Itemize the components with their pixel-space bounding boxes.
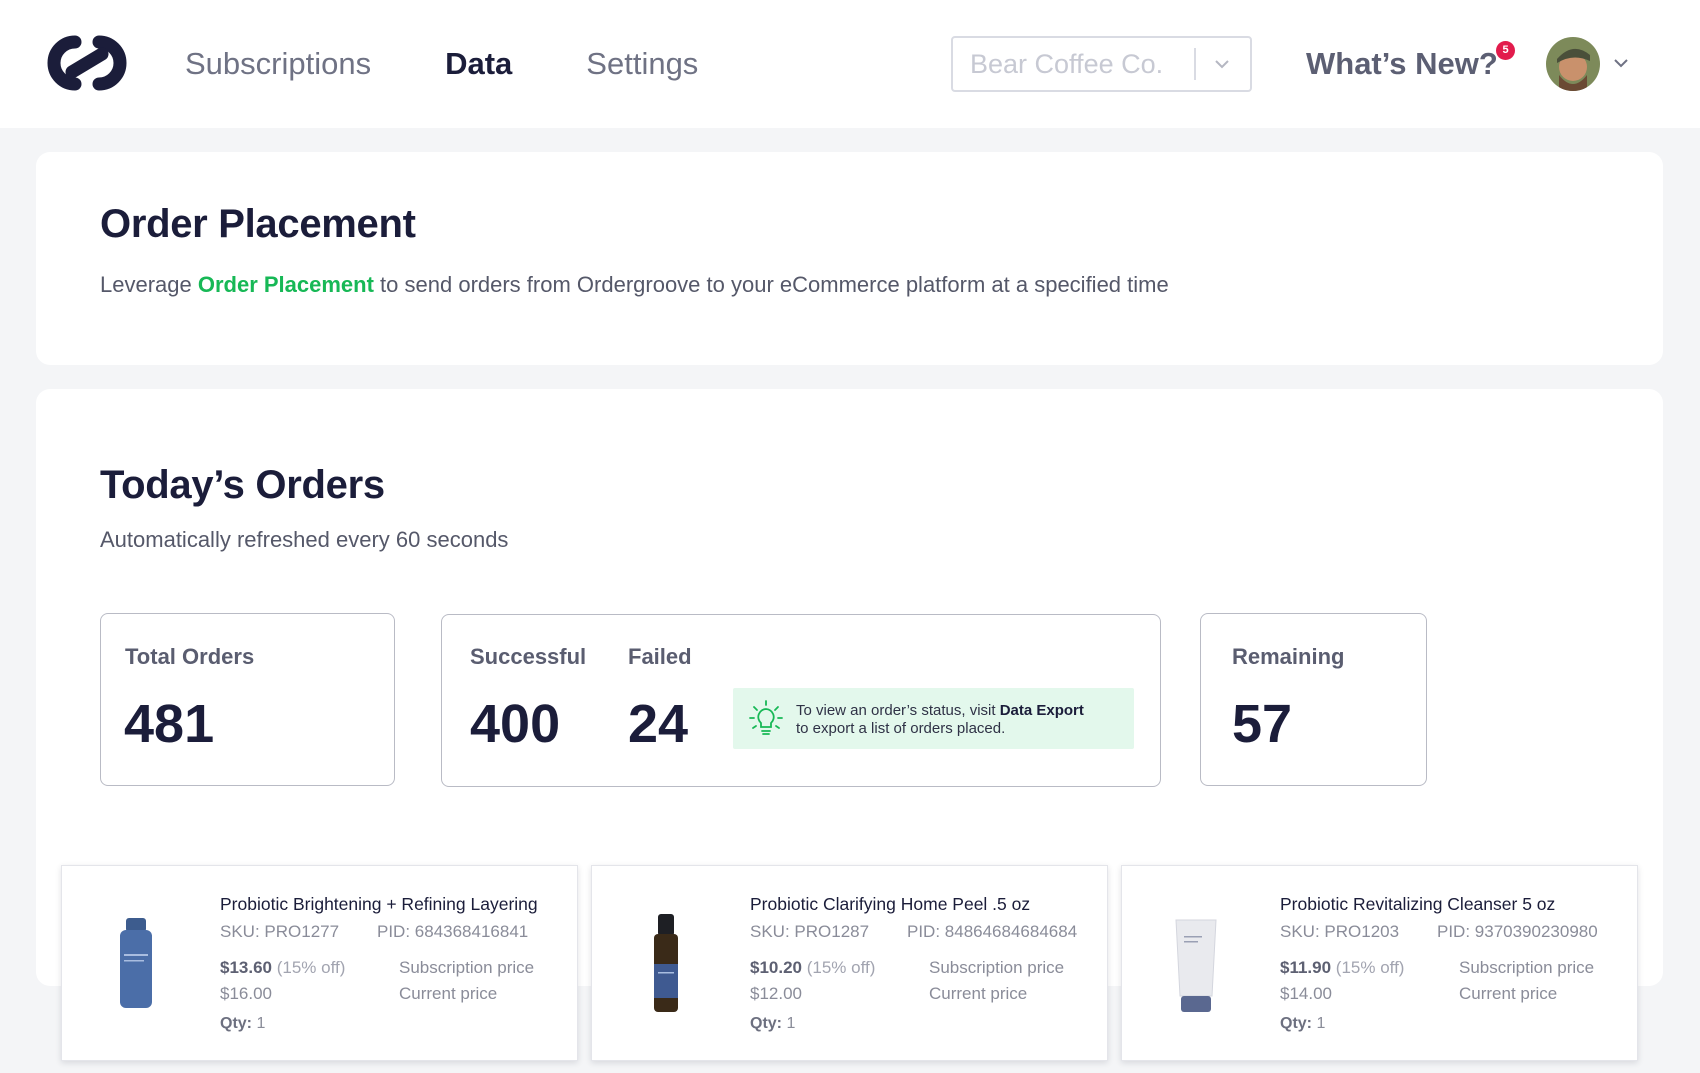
nav-subscriptions[interactable]: Subscriptions: [185, 44, 371, 84]
total-orders-value: 481: [124, 694, 215, 754]
tip-line2: to export a list of orders placed.: [796, 720, 1006, 737]
failed-value: 24: [628, 694, 689, 754]
order-placement-card: Order Placement Leverage Order Placement…: [36, 152, 1663, 365]
tip-line1-prefix: To view an order’s status, visit: [796, 702, 1000, 719]
sub-price-label: Subscription price: [399, 958, 535, 977]
nav-data[interactable]: Data: [445, 44, 512, 84]
todays-orders-title: Today’s Orders: [100, 463, 385, 507]
discount: (15% off): [1335, 958, 1405, 977]
current-price: $12.00: [750, 984, 802, 1003]
notification-badge: 5: [1496, 41, 1515, 60]
quantity: Qty: 1: [1280, 1015, 1325, 1033]
sub-price-label: Subscription price: [929, 958, 1065, 977]
qty-value: 1: [1316, 1015, 1326, 1032]
product-name: Probiotic Clarifying Home Peel .5 oz: [750, 894, 1031, 914]
top-navigation-bar: Subscriptions Data Settings Bear Coffee …: [0, 0, 1700, 128]
quantity: Qty: 1: [220, 1015, 265, 1033]
description-prefix: Leverage: [100, 272, 198, 297]
product-name: Probiotic Revitalizing Cleanser 5 oz: [1280, 894, 1556, 914]
nav-settings[interactable]: Settings: [586, 44, 698, 84]
product-tube-image-icon: [1175, 919, 1217, 1012]
qty-value: 1: [256, 1015, 266, 1032]
discount: (15% off): [276, 958, 346, 977]
data-export-tip: To view an order’s status, visit Data Ex…: [733, 688, 1134, 749]
product-pid: PID: 9370390230980: [1437, 922, 1598, 941]
remaining-stat: Remaining 57: [1200, 613, 1427, 786]
qty-label: Qty:: [750, 1015, 782, 1032]
avatar-image-icon: [1546, 37, 1600, 91]
order-placement-title: Order Placement: [100, 202, 416, 246]
total-orders-stat: Total Orders 481: [100, 613, 395, 786]
store-select[interactable]: Bear Coffee Co.: [951, 36, 1252, 92]
current-price-label: Current price: [929, 984, 1028, 1003]
user-avatar[interactable]: [1546, 37, 1600, 91]
store-select-value: Bear Coffee Co.: [970, 48, 1164, 79]
subscription-price: $13.60 (15% off): [220, 958, 345, 978]
order-placement-description: Leverage Order Placement to send orders …: [100, 272, 1169, 298]
qty-label: Qty:: [1280, 1015, 1312, 1032]
todays-orders-subtitle: Automatically refreshed every 60 seconds: [100, 527, 509, 552]
discount: (15% off): [806, 958, 876, 977]
subscription-price: $10.20 (15% off): [750, 958, 875, 978]
product-card[interactable]: Probiotic Clarifying Home Peel .5 oz SKU…: [591, 865, 1108, 1061]
product-name: Probiotic Brightening + Refining Layerin…: [220, 894, 538, 914]
successful-value: 400: [470, 694, 561, 754]
current-price-label: Current price: [399, 984, 498, 1003]
chevron-down-icon: [1215, 60, 1229, 69]
ordergroove-logo-icon[interactable]: [46, 34, 128, 92]
current-price-label: Current price: [1459, 984, 1558, 1003]
sub-price-value: $13.60: [220, 958, 272, 977]
successful-label: Successful: [470, 644, 587, 669]
remaining-value: 57: [1232, 694, 1293, 754]
quantity: Qty: 1: [750, 1015, 795, 1033]
product-pid: PID: 84864684684684: [907, 922, 1078, 941]
sub-price-value: $10.20: [750, 958, 802, 977]
failed-label: Failed: [628, 644, 692, 669]
whats-new-link[interactable]: What’s New?: [1306, 44, 1498, 84]
qty-label: Qty:: [220, 1015, 252, 1032]
select-divider: [1194, 48, 1196, 80]
qty-value: 1: [786, 1015, 796, 1032]
description-suffix: to send orders from Ordergroove to your …: [373, 272, 1169, 297]
sub-price-label: Subscription price: [1459, 958, 1595, 977]
main-nav: Subscriptions Data Settings: [185, 44, 772, 84]
product-sku: SKU: PRO1277: [220, 922, 340, 941]
lightbulb-icon: [749, 700, 783, 735]
data-export-link[interactable]: Data Export: [1000, 702, 1084, 719]
avatar-chevron-down-icon[interactable]: [1613, 58, 1629, 68]
product-pid: PID: 684368416841: [377, 922, 529, 941]
product-card[interactable]: Probiotic Revitalizing Cleanser 5 oz SKU…: [1121, 865, 1638, 1061]
current-price: $16.00: [220, 984, 272, 1003]
order-placement-link[interactable]: Order Placement: [198, 272, 374, 297]
subscription-price: $11.90 (15% off): [1280, 958, 1404, 978]
product-card[interactable]: Probiotic Brightening + Refining Layerin…: [61, 865, 578, 1061]
remaining-label: Remaining: [1232, 644, 1345, 669]
sub-price-value: $11.90: [1280, 958, 1332, 977]
product-sku: SKU: PRO1287: [750, 922, 870, 941]
product-dropper-bottle-image-icon: [654, 914, 678, 1012]
current-price: $14.00: [1280, 984, 1332, 1003]
tip-text: To view an order’s status, visit Data Ex…: [796, 702, 1084, 738]
total-orders-label: Total Orders: [125, 644, 255, 669]
product-sku: SKU: PRO1203: [1280, 922, 1400, 941]
product-bottle-image-icon: [120, 918, 152, 1008]
